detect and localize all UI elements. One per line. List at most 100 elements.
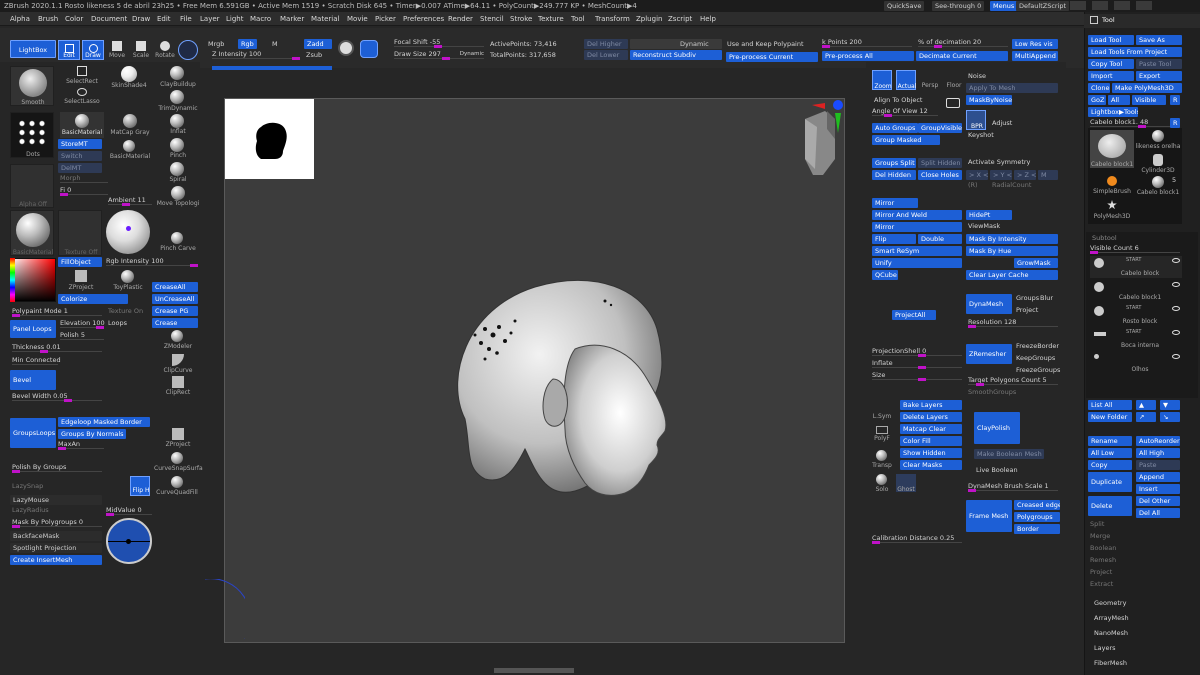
basicmaterial-thumb[interactable]: BasicMaterial bbox=[60, 112, 104, 138]
tool-panel-header[interactable]: Tool bbox=[1084, 14, 1200, 28]
edgeloop-masked-border-button[interactable]: Edgeloop Masked Border bbox=[58, 417, 150, 427]
decimation-knob[interactable] bbox=[934, 45, 942, 48]
projectall-button[interactable]: ProjectAll bbox=[892, 310, 936, 320]
tool-thumb-orelha[interactable]: likeness orelha bbox=[1136, 130, 1180, 152]
menu-picker[interactable]: Picker bbox=[375, 12, 396, 26]
panel-loops-button[interactable]: Panel Loops bbox=[10, 320, 56, 338]
pinch-carve-brush[interactable]: Pinch Carve bbox=[158, 232, 200, 254]
bevel-width-slider[interactable]: Bevel Width 0.05 bbox=[12, 392, 102, 402]
transp-button[interactable]: Transp bbox=[872, 450, 892, 469]
angle-of-view-knob[interactable] bbox=[884, 114, 892, 117]
delmt-button[interactable]: DelMT bbox=[58, 163, 102, 173]
navigation-cube[interactable] bbox=[765, 99, 845, 189]
sym-z-button[interactable]: > Z < bbox=[1014, 170, 1036, 180]
color-picker[interactable] bbox=[10, 258, 56, 302]
bake-layers-button[interactable]: Bake Layers bbox=[900, 400, 962, 410]
loops-toggle[interactable]: Loops bbox=[108, 319, 127, 328]
size-knob[interactable] bbox=[918, 378, 926, 381]
hidept-button[interactable]: HidePt bbox=[966, 210, 1012, 220]
save-as-button[interactable]: Save As bbox=[1136, 35, 1182, 45]
spiral-brush[interactable]: Spiral bbox=[158, 162, 198, 184]
goz-button[interactable]: GoZ bbox=[1088, 95, 1106, 105]
calibration-distance-slider[interactable]: Calibration Distance 0.25 bbox=[872, 534, 962, 544]
inflate-slider[interactable]: Inflate bbox=[872, 359, 962, 369]
make-polymesh-button[interactable]: Make PolyMesh3D bbox=[1112, 83, 1182, 93]
del-hidden-button[interactable]: Del Hidden bbox=[872, 170, 916, 180]
creaseall-button[interactable]: CreaseAll bbox=[152, 282, 198, 292]
k-points-knob[interactable] bbox=[822, 45, 830, 48]
move-topologic-brush[interactable]: Move Topologi bbox=[157, 186, 200, 208]
mirror-and-weld-button[interactable]: Mirror And Weld bbox=[872, 210, 962, 220]
ambient-knob[interactable] bbox=[122, 203, 130, 206]
frame-mesh-button[interactable]: Frame Mesh bbox=[966, 500, 1012, 532]
goz-all-button[interactable]: All bbox=[1108, 95, 1130, 105]
clear-masks-button[interactable]: Clear Masks bbox=[900, 460, 962, 470]
move-down-button[interactable]: ▼ bbox=[1160, 400, 1180, 410]
project-section[interactable]: Project bbox=[1090, 568, 1112, 577]
merge-section[interactable]: Merge bbox=[1090, 532, 1110, 541]
activate-symmetry-button[interactable]: Activate Symmetry bbox=[968, 158, 1030, 167]
copy-button[interactable]: Copy bbox=[1088, 460, 1132, 470]
ghost-button[interactable]: Ghost bbox=[896, 474, 916, 493]
min-connected-slider[interactable]: Min Connected bbox=[12, 356, 61, 365]
bpr-button[interactable]: BPR bbox=[966, 110, 986, 130]
menu-edit[interactable]: Edit bbox=[157, 12, 171, 26]
subtool-item-cabelo[interactable]: START Cabelo block bbox=[1090, 256, 1182, 278]
fill-knob[interactable] bbox=[60, 193, 68, 196]
menu-brush[interactable]: Brush bbox=[38, 12, 58, 26]
menu-tool[interactable]: Tool bbox=[571, 12, 585, 26]
menu-alpha[interactable]: Alpha bbox=[10, 12, 30, 26]
maxan-slider[interactable]: MaxAn bbox=[58, 440, 104, 450]
layers-section[interactable]: Layers bbox=[1094, 644, 1116, 653]
visible-count-knob[interactable] bbox=[1090, 251, 1098, 254]
zmodeler-tool[interactable]: ZModeler bbox=[162, 330, 194, 352]
menu-document[interactable]: Document bbox=[91, 12, 127, 26]
apply-to-mesh-button[interactable]: Apply To Mesh bbox=[966, 83, 1058, 93]
dynamesh-button[interactable]: DynaMesh bbox=[966, 294, 1012, 314]
see-through-slider[interactable]: See-through 0 bbox=[932, 1, 985, 11]
spotlight-projection-button[interactable]: Spotlight Projection bbox=[10, 543, 102, 553]
subtool-item-cabelo1[interactable]: Cabelo block1 bbox=[1090, 280, 1182, 302]
toyplastic-material[interactable]: ToyPlastic bbox=[108, 270, 148, 292]
menu-preferences[interactable]: Preferences bbox=[403, 12, 444, 26]
menu-light[interactable]: Light bbox=[226, 12, 243, 26]
del-all-button[interactable]: Del All bbox=[1136, 508, 1180, 518]
canvas-scroll-handle[interactable] bbox=[494, 668, 574, 673]
flip-button[interactable]: Flip bbox=[872, 234, 916, 244]
del-lower-button[interactable]: Del Lower bbox=[584, 50, 628, 60]
z-intensity-slider[interactable]: Z Intensity 100 bbox=[212, 50, 300, 60]
move-up-button[interactable]: ▲ bbox=[1136, 400, 1156, 410]
draw-size-slider[interactable]: Draw Size 297 Dynamic bbox=[394, 50, 484, 60]
paste-tool-button[interactable]: Paste Tool bbox=[1136, 59, 1182, 69]
navigation-thumbnail[interactable] bbox=[225, 99, 314, 179]
polygroups-button[interactable]: Polygroups bbox=[1014, 512, 1060, 522]
mirror-button[interactable]: Mirror bbox=[872, 198, 918, 208]
delete-button[interactable]: Delete bbox=[1088, 496, 1132, 516]
menu-layer[interactable]: Layer bbox=[200, 12, 220, 26]
menus-button[interactable]: Menus bbox=[990, 1, 1018, 11]
menu-file[interactable]: File bbox=[180, 12, 192, 26]
rgb-intensity-knob[interactable] bbox=[190, 264, 198, 267]
sym-r-button[interactable]: (R) bbox=[968, 181, 978, 190]
quicksave-button[interactable]: QuickSave bbox=[884, 1, 925, 11]
reconstruct-subdiv-button[interactable]: Reconstruct Subdiv bbox=[630, 50, 722, 60]
duplicate-button[interactable]: Duplicate bbox=[1088, 472, 1132, 492]
menu-color[interactable]: Color bbox=[65, 12, 83, 26]
move-button[interactable]: Move bbox=[106, 40, 128, 60]
mask-by-polygroups-knob[interactable] bbox=[12, 525, 20, 528]
all-high-button[interactable]: All High bbox=[1136, 448, 1180, 458]
subtool-eye-icon[interactable] bbox=[1172, 354, 1180, 359]
target-polygons-slider[interactable]: Target Polygons Count 5 bbox=[968, 376, 1058, 386]
paste-button[interactable]: Paste bbox=[1136, 460, 1180, 470]
zoom-button[interactable]: Zoom bbox=[872, 70, 892, 90]
lightbox-tools-button[interactable]: Lightbox▶Tools bbox=[1088, 107, 1138, 117]
subtool-item-olhos[interactable]: Olhos bbox=[1090, 352, 1182, 374]
storemt-button[interactable]: StoreMT bbox=[58, 139, 102, 149]
curvesnap-tool[interactable]: CurveSnapSurfa bbox=[154, 452, 203, 474]
lazysnap-toggle[interactable]: LazySnap bbox=[12, 482, 43, 491]
multiappend-button[interactable]: MultiAppend bbox=[1012, 51, 1058, 61]
menu-zplugin[interactable]: Zplugin bbox=[636, 12, 662, 26]
viewmask-button[interactable]: ViewMask bbox=[968, 222, 1000, 231]
polish-by-groups-slider[interactable]: Polish By Groups bbox=[12, 463, 102, 473]
smart-resym-button[interactable]: Smart ReSym bbox=[872, 246, 962, 256]
